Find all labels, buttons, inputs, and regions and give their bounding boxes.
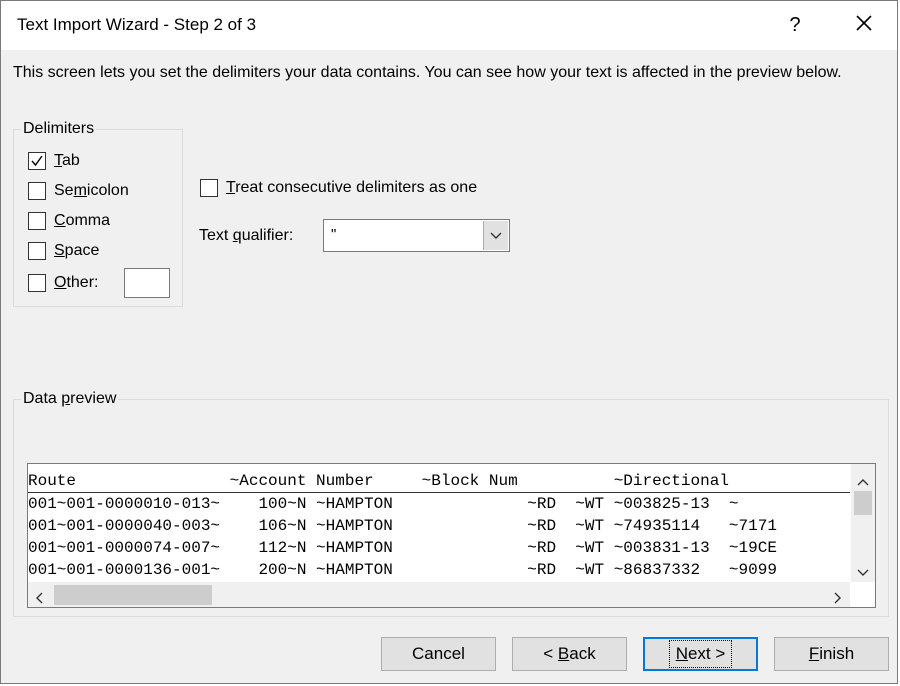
semicolon-label: Semicolon — [54, 182, 129, 199]
horizontal-scrollbar[interactable] — [28, 582, 850, 607]
vertical-scrollbar[interactable] — [851, 464, 875, 582]
instructions-text: This screen lets you set the delimiters … — [13, 64, 842, 81]
text-qualifier-value: " — [331, 226, 337, 243]
other-checkbox[interactable] — [28, 274, 46, 292]
chevron-down-icon — [490, 232, 502, 239]
consecutive-delimiters-label: Treat consecutive delimiters as one — [226, 179, 478, 196]
tab-checkbox[interactable] — [28, 152, 46, 170]
vertical-scroll-thumb[interactable] — [854, 491, 872, 515]
scroll-up-icon[interactable] — [857, 471, 869, 490]
preview-row: 001~001-0000136-001~ 200~N ~HAMPTON ~RD … — [28, 561, 777, 579]
scroll-left-icon[interactable] — [35, 589, 43, 608]
help-button[interactable]: ? — [773, 7, 817, 43]
horizontal-scroll-thumb[interactable] — [54, 585, 212, 605]
tab-label: Tab — [54, 152, 80, 169]
data-preview-content: Route ~Account Number ~Block Num ~Direct… — [28, 470, 850, 584]
semicolon-checkbox[interactable] — [28, 182, 46, 200]
other-label: Other: — [54, 274, 99, 291]
cancel-button[interactable]: Cancel — [381, 637, 496, 671]
comma-checkbox-row[interactable]: Comma — [28, 212, 110, 230]
title-bar: Text Import Wizard - Step 2 of 3 ? — [1, 1, 897, 50]
scroll-down-icon[interactable] — [857, 562, 869, 581]
close-icon — [855, 14, 873, 36]
other-checkbox-row[interactable]: Other: — [28, 274, 98, 292]
checkmark-icon — [31, 155, 43, 167]
comma-checkbox[interactable] — [28, 212, 46, 230]
delimiters-group-label: Delimiters — [21, 120, 97, 138]
consecutive-delimiters-checkbox[interactable] — [200, 179, 218, 197]
data-preview-group-label: Data preview — [21, 390, 119, 408]
window-title: Text Import Wizard - Step 2 of 3 — [17, 15, 257, 34]
dropdown-button[interactable] — [483, 221, 508, 250]
preview-row: 001~001-0000040-003~ 106~N ~HAMPTON ~RD … — [28, 517, 777, 535]
back-button[interactable]: < Back — [512, 637, 627, 671]
preview-row: 001~001-0000010-013~ 100~N ~HAMPTON ~RD … — [28, 495, 739, 513]
text-qualifier-label: Text qualifier: — [199, 227, 294, 244]
text-import-wizard-dialog: Text Import Wizard - Step 2 of 3 ? This … — [0, 0, 898, 684]
preview-header-row: Route ~Account Number ~Block Num ~Direct… — [28, 470, 850, 493]
space-label: Space — [54, 242, 100, 259]
other-delimiter-input[interactable] — [124, 268, 170, 298]
scroll-right-icon[interactable] — [834, 589, 842, 608]
close-button[interactable] — [841, 7, 887, 43]
space-checkbox[interactable] — [28, 242, 46, 260]
data-preview-pane[interactable]: Route ~Account Number ~Block Num ~Direct… — [27, 463, 876, 608]
consecutive-checkbox-row[interactable]: Treat consecutive delimiters as one — [200, 179, 477, 197]
semicolon-checkbox-row[interactable]: Semicolon — [28, 182, 129, 200]
space-checkbox-row[interactable]: Space — [28, 242, 99, 260]
preview-row: 001~001-0000074-007~ 112~N ~HAMPTON ~RD … — [28, 539, 777, 557]
next-button[interactable]: Next > — [643, 637, 758, 671]
comma-label: Comma — [54, 212, 111, 229]
finish-button[interactable]: Finish — [774, 637, 889, 671]
text-qualifier-select[interactable]: " — [323, 219, 510, 252]
tab-checkbox-row[interactable]: Tab — [28, 152, 80, 170]
